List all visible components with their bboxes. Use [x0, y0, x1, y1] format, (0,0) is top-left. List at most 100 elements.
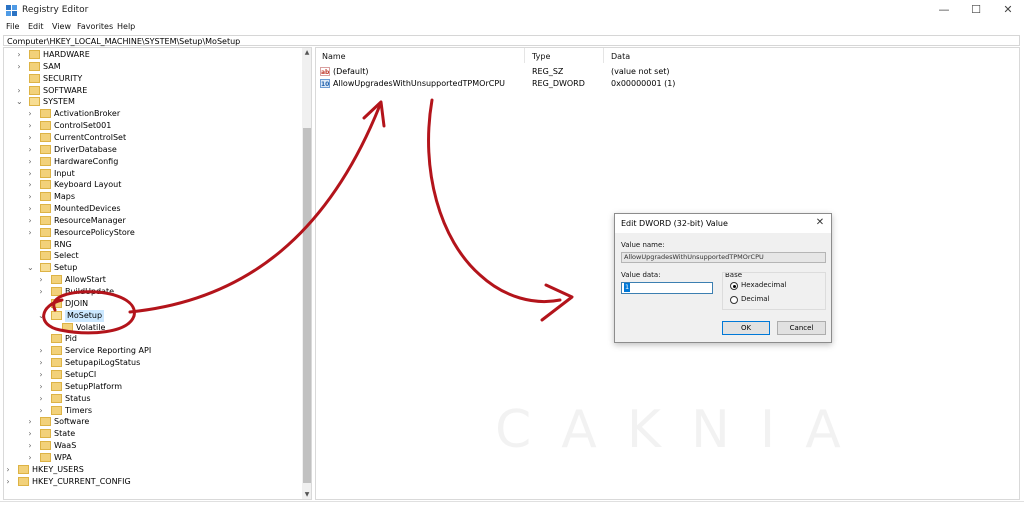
address-bar[interactable]: Computer\HKEY_LOCAL_MACHINE\SYSTEM\Setup… [3, 35, 1020, 46]
tree-item[interactable]: › WaaS [4, 440, 299, 452]
chevron-right-icon[interactable]: › [27, 452, 33, 464]
tree-item[interactable]: › WPA [4, 452, 299, 464]
chevron-right-icon[interactable]: › [16, 61, 22, 73]
column-header-type[interactable]: Type [532, 52, 550, 61]
tree-item[interactable]: › SetupPlatform [4, 381, 299, 393]
chevron-right-icon[interactable]: › [38, 274, 44, 286]
tree-item[interactable]: › ActivationBroker [4, 108, 299, 120]
tree-item[interactable]: › Service Reporting API [4, 345, 299, 357]
chevron-right-icon[interactable]: › [27, 179, 33, 191]
chevron-down-icon[interactable]: ⌄ [27, 262, 34, 274]
tree-item[interactable]: Select [4, 250, 299, 262]
tree-item[interactable]: RNG [4, 239, 299, 251]
chevron-right-icon[interactable]: › [27, 215, 33, 227]
scroll-down-icon[interactable]: ▼ [302, 490, 311, 499]
chevron-right-icon[interactable]: › [38, 405, 44, 417]
tree-item[interactable]: › ResourceManager [4, 215, 299, 227]
tree-item[interactable]: › DriverDatabase [4, 144, 299, 156]
hexadecimal-radio[interactable] [730, 282, 738, 290]
chevron-right-icon[interactable]: › [5, 464, 11, 476]
chevron-down-icon[interactable]: ⌄ [16, 96, 23, 108]
decimal-label[interactable]: Decimal [741, 295, 770, 303]
chevron-right-icon[interactable]: › [38, 345, 44, 357]
tree-scrollbar[interactable]: ▲ ▼ [302, 48, 311, 499]
chevron-right-icon[interactable]: › [27, 120, 33, 132]
tree-item[interactable]: DJOIN [4, 298, 299, 310]
chevron-right-icon[interactable]: › [27, 203, 33, 215]
value-row[interactable]: ab (Default) REG_SZ (value not set) [320, 66, 1010, 78]
chevron-right-icon[interactable]: › [16, 49, 22, 61]
tree-item[interactable]: › Input [4, 168, 299, 180]
tree-item[interactable]: Volatile [4, 322, 299, 334]
chevron-right-icon[interactable]: › [38, 357, 44, 369]
tree-item[interactable]: ⌄ SYSTEM [4, 96, 299, 108]
decimal-radio[interactable] [730, 296, 738, 304]
tree-item[interactable]: › HKEY_CURRENT_CONFIG [4, 476, 299, 488]
chevron-right-icon[interactable]: › [38, 369, 44, 381]
value-type: REG_DWORD [532, 79, 585, 88]
tree-item[interactable]: ⌄ MoSetup [4, 309, 299, 322]
tree-item-label: DJOIN [65, 298, 89, 308]
tree-item[interactable]: SECURITY [4, 73, 299, 85]
value-data-input[interactable]: 1 [621, 282, 713, 294]
ok-button[interactable]: OK [722, 321, 770, 335]
tree-item[interactable]: › Maps [4, 191, 299, 203]
chevron-right-icon[interactable]: › [27, 156, 33, 168]
scrollbar-thumb[interactable] [303, 128, 311, 483]
tree-item[interactable]: › SetupapiLogStatus [4, 357, 299, 369]
column-divider[interactable] [524, 48, 525, 63]
tree-item[interactable]: › BuildUpdate [4, 286, 299, 298]
hexadecimal-label[interactable]: Hexadecimal [741, 281, 786, 289]
close-icon[interactable]: ✕ [813, 216, 827, 230]
chevron-right-icon[interactable]: › [27, 227, 33, 239]
tree-item[interactable]: ⌄ Setup [4, 262, 299, 274]
cancel-button[interactable]: Cancel [777, 321, 826, 335]
tree-item[interactable]: › ControlSet001 [4, 120, 299, 132]
tree-item[interactable]: › SOFTWARE [4, 85, 299, 97]
chevron-right-icon[interactable]: › [27, 440, 33, 452]
chevron-right-icon[interactable]: › [5, 476, 11, 488]
chevron-right-icon[interactable]: › [38, 381, 44, 393]
chevron-right-icon[interactable]: › [27, 416, 33, 428]
chevron-right-icon[interactable]: › [27, 168, 33, 180]
value-row[interactable]: 10 AllowUpgradesWithUnsupportedTPMOrCPU … [320, 78, 1010, 90]
tree-item[interactable]: › AllowStart [4, 274, 299, 286]
tree-item[interactable]: › Status [4, 393, 299, 405]
tree-item[interactable]: › Software [4, 416, 299, 428]
chevron-right-icon[interactable]: › [27, 144, 33, 156]
chevron-right-icon[interactable]: › [38, 286, 44, 298]
chevron-right-icon[interactable]: › [27, 108, 33, 120]
chevron-right-icon[interactable]: › [27, 428, 33, 440]
tree-item[interactable]: › State [4, 428, 299, 440]
chevron-down-icon[interactable]: ⌄ [38, 310, 45, 322]
tree-item[interactable]: › SetupCI [4, 369, 299, 381]
column-header-name[interactable]: Name [322, 52, 346, 61]
maximize-button[interactable]: ☐ [962, 2, 990, 18]
column-divider[interactable] [603, 48, 604, 63]
tree-item[interactable]: › MountedDevices [4, 203, 299, 215]
menu-favorites[interactable]: Favorites [77, 22, 113, 31]
tree-item[interactable]: › ResourcePolicyStore [4, 227, 299, 239]
chevron-right-icon[interactable]: › [16, 85, 22, 97]
key-tree-pane[interactable]: › HARDWARE › SAM SECURITY › SOFTWARE ⌄ SYSTEM › Ac… [3, 47, 312, 500]
chevron-right-icon[interactable]: › [27, 132, 33, 144]
column-header-data[interactable]: Data [611, 52, 630, 61]
chevron-right-icon[interactable]: › [38, 393, 44, 405]
tree-item[interactable]: › Keyboard Layout [4, 179, 299, 191]
tree-item[interactable]: › Timers [4, 405, 299, 417]
menu-edit[interactable]: Edit [28, 22, 44, 31]
tree-item[interactable]: › HardwareConfig [4, 156, 299, 168]
tree-item[interactable]: › CurrentControlSet [4, 132, 299, 144]
menu-help[interactable]: Help [117, 22, 135, 31]
menu-file[interactable]: File [6, 22, 19, 31]
minimize-button[interactable]: — [930, 2, 958, 18]
window-bottom-border [0, 501, 1024, 502]
tree-item[interactable]: Pid [4, 333, 299, 345]
tree-item[interactable]: › SAM [4, 61, 299, 73]
chevron-right-icon[interactable]: › [27, 191, 33, 203]
tree-item[interactable]: › HKEY_USERS [4, 464, 299, 476]
scroll-up-icon[interactable]: ▲ [302, 48, 311, 57]
menu-view[interactable]: View [52, 22, 71, 31]
tree-item[interactable]: › HARDWARE [4, 49, 299, 61]
close-window-button[interactable]: ✕ [994, 2, 1022, 18]
